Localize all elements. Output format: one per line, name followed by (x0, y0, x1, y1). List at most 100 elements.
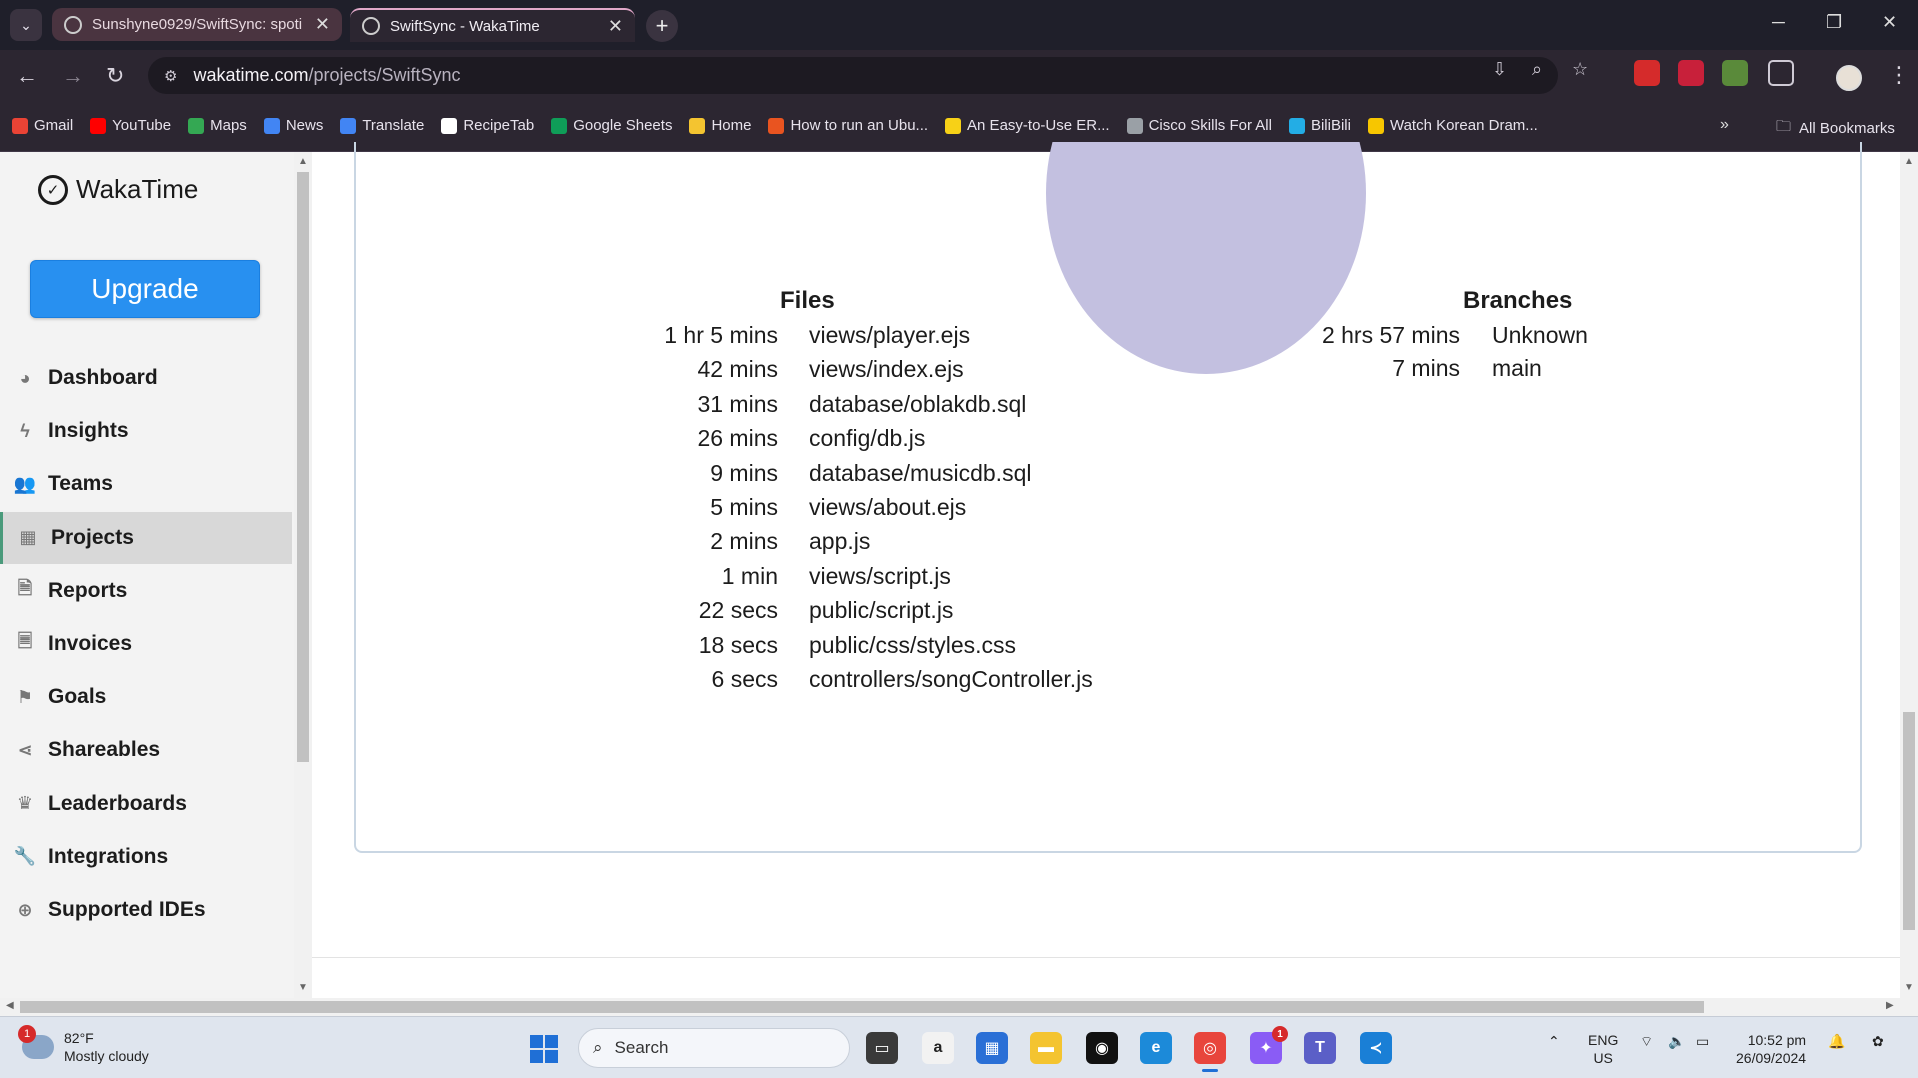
horizontal-scroll-thumb[interactable] (20, 1001, 1704, 1013)
bookmark-favicon-icon (90, 117, 107, 134)
browser-tab-wakatime[interactable]: SwiftSync - WakaTime ✕ (350, 8, 635, 42)
sidebar-item-projects[interactable]: ▦ Projects (0, 511, 292, 564)
sidebar-item-supported-ides[interactable]: ⊕ Supported IDEs (0, 884, 292, 936)
close-tab-icon[interactable]: ✕ (315, 14, 330, 35)
close-tab-icon[interactable]: ✕ (608, 16, 623, 37)
vscode-icon[interactable]: ≺ (1360, 1032, 1392, 1064)
wifi-icon[interactable]: ⌔ (1640, 1033, 1653, 1051)
folder-icon: 🗀 (1776, 118, 1792, 135)
teams-icon[interactable]: T (1304, 1032, 1336, 1064)
bookmark-item[interactable]: An Easy-to-Use ER... (945, 117, 1110, 134)
sidebar-item-dashboard[interactable]: ◕ Dashboard (0, 352, 292, 404)
sidebar-item-goals[interactable]: ⚑ Goals (0, 671, 292, 723)
microsoft-store-icon[interactable]: ▦ (976, 1032, 1008, 1064)
task-view-icon[interactable]: ▭ (866, 1032, 898, 1064)
sidebar-scroll-thumb[interactable] (297, 172, 309, 762)
page-vertical-scrollbar[interactable]: ▲ ▼ (1900, 152, 1918, 998)
minimize-icon[interactable]: ─ (1772, 12, 1785, 33)
reload-icon[interactable]: ↻ (106, 63, 124, 89)
file-name: database/musicdb.sql (809, 459, 1032, 486)
browser-tab-github[interactable]: Sunshyne0929/SwiftSync: spoti ✕ (52, 8, 342, 41)
sidebar-item-insights[interactable]: ϟ Insights (0, 405, 292, 457)
bookmark-item[interactable]: How to run an Ubu... (768, 117, 928, 134)
file-name: database/oblakdb.sql (809, 390, 1027, 417)
bookmark-item[interactable]: YouTube (90, 117, 171, 134)
bookmark-item[interactable]: Translate (340, 117, 424, 134)
all-bookmarks-button[interactable]: 🗀 All Bookmarks (1776, 116, 1895, 141)
scroll-down-arrow-icon[interactable]: ▼ (298, 982, 308, 993)
file-text-icon: 🗏 (17, 631, 33, 651)
bookmark-item[interactable]: Google Sheets (551, 117, 672, 134)
scroll-up-arrow-icon[interactable]: ▲ (1904, 156, 1914, 167)
chrome-icon[interactable]: ◎ (1194, 1032, 1226, 1072)
install-app-icon[interactable]: ⇩ (1492, 59, 1507, 80)
battery-icon[interactable]: ▭ (1696, 1033, 1709, 1050)
bookmark-star-icon[interactable]: ☆ (1572, 59, 1588, 80)
page-horizontal-scrollbar[interactable]: ◀ ▶ (0, 998, 1918, 1016)
new-tab-button[interactable]: + (646, 10, 678, 42)
bookmark-item[interactable]: BiliBili (1288, 117, 1351, 134)
branches-title: Branches (1463, 287, 1573, 314)
bookmark-label: Cisco Skills For All (1148, 117, 1272, 134)
zoom-icon[interactable]: ⌕ (1532, 59, 1542, 80)
taskbar-search[interactable]: ⌕ Search (578, 1028, 850, 1068)
language-indicator[interactable]: ENG US (1588, 1031, 1618, 1067)
sidebar-item-label: Dashboard (48, 366, 158, 389)
sidebar-item-teams[interactable]: 👥 Teams (0, 458, 292, 510)
file-explorer-icon[interactable]: ▬ (1030, 1032, 1062, 1064)
url-text[interactable]: wakatime.com/projects/SwiftSync (193, 65, 460, 86)
scroll-right-arrow-icon[interactable]: ▶ (1886, 1000, 1894, 1011)
sidebar-item-leaderboards[interactable]: ♛ Leaderboards (0, 778, 292, 830)
extension-character-icon[interactable] (1722, 60, 1748, 86)
sidebar-item-label: Integrations (48, 844, 169, 868)
bookmark-item[interactable]: Gmail (12, 117, 73, 134)
duration: 26 mins (697, 425, 778, 452)
close-window-icon[interactable]: ✕ (1882, 12, 1897, 33)
scroll-up-arrow-icon[interactable]: ▲ (298, 156, 308, 167)
sidebar-item-invoices[interactable]: 🗏 Invoices (0, 618, 292, 670)
bookmark-item[interactable]: RecipeTab (441, 117, 534, 134)
scroll-left-arrow-icon[interactable]: ◀ (6, 1000, 14, 1011)
bookmark-item[interactable]: Watch Korean Dram... (1367, 117, 1538, 134)
messenger-icon[interactable]: ✦ 1 (1250, 1026, 1288, 1064)
tab-search-chevron-icon[interactable]: ⌄ (10, 9, 42, 41)
bookmark-label: An Easy-to-Use ER... (967, 117, 1110, 134)
sidebar-item-reports[interactable]: 🗎 Reports (0, 565, 292, 617)
amazon-icon[interactable]: a (922, 1032, 954, 1064)
sidebar-scrollbar[interactable]: ▲ ▼ (294, 152, 312, 998)
tray-overflow-icon[interactable]: ⌃ (1548, 1033, 1560, 1050)
restore-icon[interactable]: ❐ (1826, 12, 1842, 33)
bookmarks-overflow-icon[interactable]: » (1720, 116, 1729, 134)
sidebar-item-integrations[interactable]: 🔧 Integrations (0, 831, 292, 883)
volume-icon[interactable]: 🔈 (1668, 1033, 1685, 1050)
extension-pocket-icon[interactable] (1678, 60, 1704, 86)
weather-widget[interactable]: 1 82°F Mostly cloudy (18, 1025, 149, 1065)
wakatime-logo[interactable]: ✓ WakaTime (38, 174, 198, 205)
notification-bell-icon[interactable]: 🔔 (1828, 1033, 1845, 1050)
bookmark-item[interactable]: Home (689, 117, 751, 134)
copilot-icon[interactable]: ✿ (1872, 1033, 1884, 1050)
edge-icon[interactable]: e (1140, 1032, 1172, 1064)
bookmark-item[interactable]: Maps (188, 117, 247, 134)
profile-avatar-icon[interactable] (1836, 65, 1862, 91)
github-desktop-icon[interactable]: ◉ (1086, 1032, 1118, 1064)
forward-icon[interactable]: → (62, 63, 84, 89)
extension-red-icon[interactable] (1634, 60, 1660, 86)
system-clock[interactable]: 10:52 pm 26/09/2024 (1736, 1031, 1806, 1067)
back-icon[interactable]: ← (16, 63, 38, 89)
duration: 2 hrs 57 mins (1321, 322, 1460, 348)
extensions-puzzle-icon[interactable] (1768, 60, 1794, 86)
branch-name: Unknown (1492, 322, 1588, 348)
windows-start-icon[interactable] (530, 1035, 558, 1063)
file-name: views/index.ejs (809, 356, 964, 383)
bookmark-item[interactable]: News (263, 117, 323, 134)
sidebar-item-shareables[interactable]: ⋖ Shareables (0, 724, 292, 776)
upgrade-button[interactable]: Upgrade (30, 260, 260, 318)
page-scroll-thumb[interactable] (1903, 712, 1915, 930)
more-menu-icon[interactable]: ⋮ (1888, 62, 1910, 88)
clock-time: 10:52 pm (1747, 1032, 1807, 1048)
bookmark-item[interactable]: Cisco Skills For All (1126, 117, 1272, 134)
scroll-down-arrow-icon[interactable]: ▼ (1904, 982, 1914, 993)
site-info-icon[interactable]: ⚙ (164, 67, 177, 85)
address-bar[interactable]: ⚙ wakatime.com/projects/SwiftSync (148, 57, 1558, 94)
